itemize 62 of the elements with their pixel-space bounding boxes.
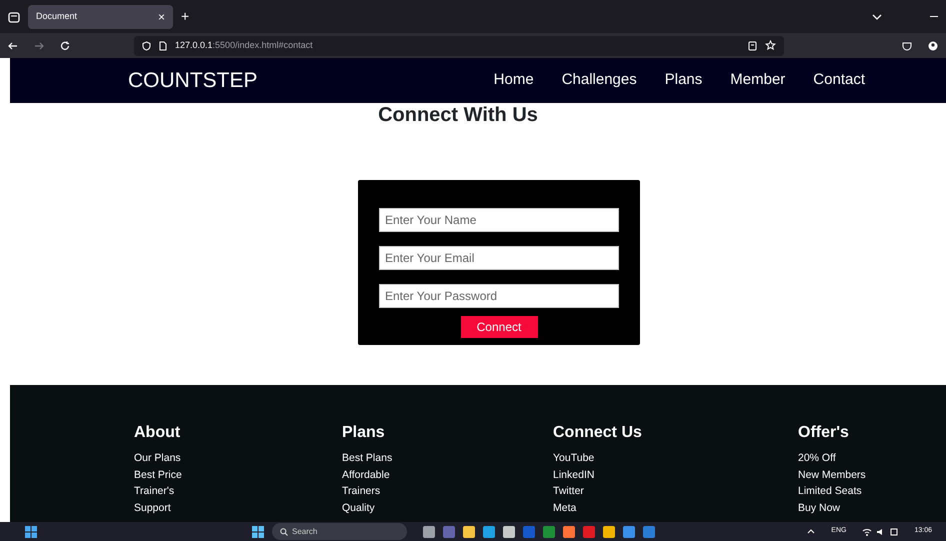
search-placeholder: Search [292,526,318,538]
nav-link[interactable]: Home [494,69,534,92]
app-icon[interactable] [483,526,495,538]
nav-link[interactable]: Plans [664,69,702,92]
account-icon[interactable] [928,40,938,50]
wifi-icon[interactable] [862,528,872,536]
footer-link[interactable]: Best Price [134,470,182,480]
app-icon[interactable] [423,526,435,538]
section-title: Connect With Us [378,103,538,127]
address-bar[interactable]: 127.0.0.1:5500/index.html#contact [134,36,784,56]
new-tab-button[interactable]: + [181,6,190,27]
windows-icon[interactable] [252,526,264,538]
page-icon [159,40,167,50]
footer-link[interactable]: 20% Off [798,453,836,464]
back-arrow-icon[interactable] [8,40,18,50]
footer-link[interactable]: Trainer's [134,486,174,496]
chevron-up-icon[interactable] [807,529,816,534]
footer-link[interactable]: Quality [342,502,375,513]
browser-tab[interactable]: Document × [28,4,173,28]
footer-heading: Connect Us [553,423,643,443]
name-field[interactable]: Enter Your Name [379,208,619,232]
app-icon[interactable] [563,526,575,538]
minimize-icon[interactable] [930,16,938,18]
footer-link[interactable]: LinkedIN [553,470,594,480]
star-icon[interactable] [765,40,776,51]
shield-icon [142,40,151,50]
footer-link[interactable]: Meta [553,502,576,513]
nav-link[interactable]: Challenges [562,69,637,92]
reader-view-icon[interactable] [748,40,757,50]
app-icon[interactable] [503,526,515,538]
search-icon [280,528,288,536]
footer-link[interactable]: Best Plans [342,453,392,464]
footer-link[interactable]: Affordable [342,470,390,480]
footer-heading: Offer's [798,423,850,443]
footer-heading: Plans [342,423,386,443]
brand-logo[interactable]: COUNTSTEP [128,64,258,96]
footer-link[interactable]: Support [134,502,171,513]
reload-icon[interactable] [60,40,70,50]
footer-heading: About [134,423,182,443]
chevron-down-icon[interactable] [872,14,882,20]
app-icon[interactable] [623,526,635,538]
footer-link[interactable]: Trainers [342,486,380,496]
taskbar-search[interactable]: Search [272,523,407,540]
footer-link[interactable]: New Members [798,470,866,480]
app-icon[interactable] [463,526,475,538]
footer-link[interactable]: Twitter [553,486,584,496]
app-icon[interactable] [603,526,615,538]
pocket-icon[interactable] [902,40,912,50]
tab-title: Document [36,10,78,23]
email-field[interactable]: Enter Your Email [379,246,619,270]
password-field[interactable]: Enter Your Password [379,284,619,308]
footer-link[interactable]: Buy Now [798,502,840,513]
nav-link[interactable]: Member [730,69,786,92]
footer-link[interactable]: Limited Seats [798,486,862,496]
footer-link[interactable]: YouTube [553,453,594,464]
close-tab-button[interactable]: × [158,8,165,26]
footer-link[interactable]: Our Plans [134,453,181,464]
tab-list-icon[interactable] [8,10,20,22]
forward-arrow-icon[interactable] [34,40,44,50]
start-icon[interactable] [25,526,37,538]
nav-link[interactable]: Contact [813,69,865,92]
connect-button[interactable]: Connect [460,316,538,338]
